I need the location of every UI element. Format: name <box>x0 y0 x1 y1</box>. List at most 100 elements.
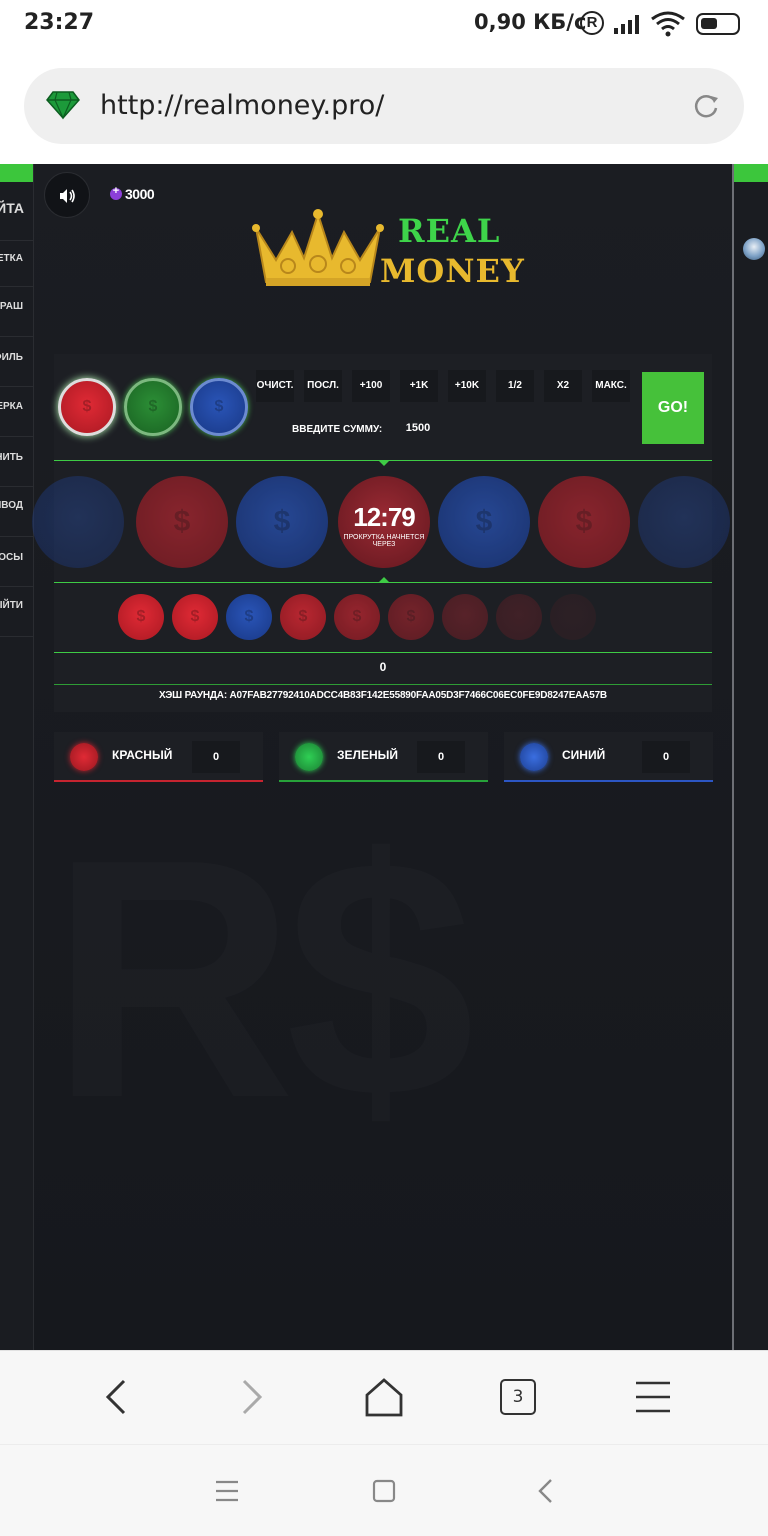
registered-icon: R <box>580 11 604 35</box>
money-bag-icon: $ <box>298 608 308 625</box>
select-red-chip[interactable]: $ <box>58 378 116 436</box>
pointer-marker <box>379 577 389 582</box>
bet-card-label: КРАСНЫЙ <box>112 748 173 762</box>
clear-button[interactable]: ОЧИСТ. <box>256 370 294 402</box>
sidebar-divider <box>0 240 33 241</box>
reel-chip: $ <box>236 476 328 568</box>
sidebar-item-site[interactable]: АЙТА <box>0 200 24 216</box>
signal-icon <box>614 15 639 34</box>
round-hash: ХЭШ РАУНДА: A07FAB27792410ADCC4B83F142E5… <box>159 690 607 701</box>
money-bag-icon: $ <box>173 505 191 538</box>
sidebar-divider <box>0 486 33 487</box>
sidebar-item-logout[interactable]: ВЫЙТИ <box>0 600 23 611</box>
home-icon[interactable] <box>364 1377 404 1417</box>
url-text[interactable]: http://realmoney.pro/ <box>100 90 384 121</box>
system-back-icon[interactable] <box>536 1477 556 1505</box>
green-chip-icon <box>295 743 323 771</box>
amount-label: ВВЕДИТЕ СУММУ: <box>292 424 383 435</box>
money-bag-icon: $ <box>575 505 593 538</box>
site-gem-icon <box>46 91 80 120</box>
money-bag-icon: $ <box>273 505 291 538</box>
menu-icon[interactable] <box>634 1377 672 1417</box>
bet-card-red: КРАСНЫЙ 0 <box>54 732 263 782</box>
forward-icon[interactable] <box>234 1377 268 1417</box>
status-bar: 23:27 0,90 КБ/с R <box>0 0 768 52</box>
bet-card-blue: СИНИЙ 0 <box>504 732 713 782</box>
avatar[interactable] <box>743 238 765 260</box>
sidebar-divider <box>0 436 33 437</box>
history-chip <box>496 594 542 640</box>
sidebar-item-profile[interactable]: ОФИЛЬ <box>0 352 23 363</box>
pointer-marker <box>379 461 389 466</box>
status-time: 23:27 <box>24 10 95 35</box>
history-chip: $ <box>172 594 218 640</box>
site-viewport: R$ АЙТА ЛЕТКА КРАШ ОФИЛЬ НЕРКА ЛНИТЬ ВЫВ… <box>0 164 768 1350</box>
money-bag-icon: $ <box>190 608 200 625</box>
rightbar-accent <box>734 164 768 182</box>
sidebar-divider <box>0 536 33 537</box>
back-icon[interactable] <box>100 1377 134 1417</box>
divider-line <box>54 652 712 653</box>
bet-card-value: 0 <box>417 741 465 773</box>
blue-chip-icon <box>520 743 548 771</box>
sidebar-item-deposit[interactable]: ЛНИТЬ <box>0 452 23 463</box>
network-speed: 0,90 КБ/с <box>474 10 587 34</box>
plus-100-button[interactable]: +100 <box>352 370 390 402</box>
history-chip: $ <box>118 594 164 640</box>
reel-chip: $ <box>438 476 530 568</box>
max-button[interactable]: МАКС. <box>592 370 630 402</box>
sidebar-accent <box>0 164 33 182</box>
wifi-icon <box>651 11 685 37</box>
reel-chip: $ <box>136 476 228 568</box>
money-bag-icon: $ <box>352 608 362 625</box>
half-button[interactable]: 1/2 <box>496 370 534 402</box>
system-home-icon[interactable] <box>372 1479 396 1503</box>
money-bag-icon: $ <box>136 608 146 625</box>
history-chip: $ <box>280 594 326 640</box>
double-button[interactable]: X2 <box>544 370 582 402</box>
reload-icon[interactable] <box>692 92 720 120</box>
money-bag-icon: $ <box>475 505 493 538</box>
sound-button[interactable] <box>44 172 90 218</box>
history-chip <box>442 594 488 640</box>
system-nav-bar <box>0 1444 768 1536</box>
sidebar-item-withdraw[interactable]: ВЫВОД <box>0 500 23 511</box>
divider-line <box>54 582 712 583</box>
sidebar-item-crash[interactable]: КРАШ <box>0 301 23 312</box>
round-total: 0 <box>379 660 387 674</box>
sidebar-item-faq[interactable]: ПРОСЫ <box>0 552 23 563</box>
balance-icon <box>110 185 122 200</box>
sidebar-divider <box>0 286 33 287</box>
amount-input[interactable] <box>388 412 448 444</box>
last-bet-button[interactable]: ПОСЛ. <box>304 370 342 402</box>
select-green-chip[interactable]: $ <box>124 378 182 436</box>
history-chip <box>550 594 596 640</box>
reel-chip <box>32 476 124 568</box>
timer-chip: 12:79 ПРОКРУТКА НАЧНЕТСЯ ЧЕРЕЗ <box>338 476 430 568</box>
background-watermark: R$ <box>50 784 465 1175</box>
tabs-icon[interactable]: 3 <box>500 1379 536 1415</box>
sidebar-divider <box>0 636 33 637</box>
red-chip-icon <box>70 743 98 771</box>
sidebar-item-roulette[interactable]: ЛЕТКА <box>0 253 23 264</box>
reel-chip <box>638 476 730 568</box>
bet-card-value: 0 <box>192 741 240 773</box>
money-bag-icon: $ <box>406 608 416 625</box>
sidebar-divider <box>0 386 33 387</box>
timer-caption: ПРОКРУТКА НАЧНЕТСЯ ЧЕРЕЗ <box>343 534 425 548</box>
go-button[interactable]: GO! <box>642 372 704 444</box>
sidebar-divider <box>0 586 33 587</box>
right-sidebar <box>732 164 768 1350</box>
plus-1k-button[interactable]: +1K <box>400 370 438 402</box>
bet-card-label: СИНИЙ <box>562 748 606 762</box>
bet-card-green: ЗЕЛЕНЫЙ 0 <box>279 732 488 782</box>
countdown-timer: 12:79 <box>353 502 416 532</box>
recent-apps-icon[interactable] <box>214 1479 240 1503</box>
battery-icon <box>696 13 740 35</box>
plus-10k-button[interactable]: +10K <box>448 370 486 402</box>
balance-value: 3000 <box>125 186 155 202</box>
reel-chip: $ <box>538 476 630 568</box>
sidebar-item-referral[interactable]: НЕРКА <box>0 401 23 412</box>
select-blue-chip[interactable]: $ <box>190 378 248 436</box>
address-bar[interactable]: http://realmoney.pro/ <box>24 68 744 144</box>
